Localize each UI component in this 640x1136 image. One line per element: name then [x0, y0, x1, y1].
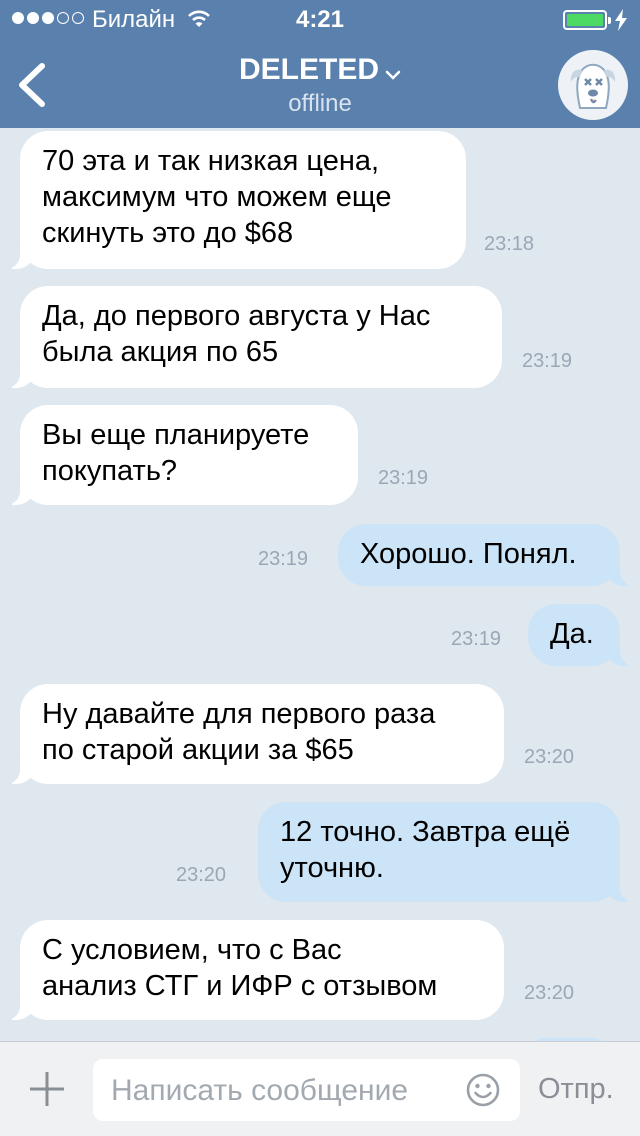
chat-title[interactable]: DELETED — [0, 53, 640, 88]
composer: Отпр. — [0, 1041, 640, 1136]
message-text: 70 эта и так низкая цена, максимум что м… — [42, 145, 392, 249]
message-bubble[interactable]: 12 точно. Завтра ещё уточню. — [258, 802, 638, 902]
message-text: С условием, что с Вас анализ СТГ и ИФР с… — [42, 934, 438, 1002]
attach-button[interactable] — [28, 1070, 66, 1108]
message-time: 23:19 — [522, 350, 573, 372]
clock: 4:21 — [295, 6, 345, 33]
message-text: 12 точно. Завтра ещё уточню. — [280, 816, 571, 884]
message-bubble[interactable]: Ну давайте для первого раза по старой ак… — [2, 684, 504, 784]
message-text: Да. — [550, 618, 594, 650]
message-text: Да, до первого августа у Нас была акция … — [42, 300, 431, 368]
message-bubble[interactable]: Вы еще планируете покупать? — [2, 405, 358, 505]
message-bubble[interactable]: Хорошо. Понял. — [338, 524, 638, 586]
message-time: 23:19 — [378, 467, 429, 489]
battery-icon — [563, 10, 611, 30]
deleted-dog-avatar-icon — [570, 63, 616, 109]
message-bubble[interactable]: Да. — [528, 604, 638, 666]
avatar[interactable] — [558, 50, 628, 120]
message-bubble[interactable]: Да, до первого августа у Нас была акция … — [2, 286, 502, 388]
header: Билайн 4:21 DELETED offline — [0, 0, 640, 128]
message-input-field[interactable] — [93, 1059, 520, 1121]
charging-icon — [614, 9, 628, 38]
contact-name: DELETED — [238, 53, 379, 86]
smile-icon — [466, 1073, 500, 1107]
message-input[interactable] — [109, 1071, 453, 1111]
message-bubble[interactable]: С условием, что с Вас анализ СТГ и ИФР с… — [2, 920, 504, 1020]
message-time: 23:19 — [258, 548, 309, 570]
message-text: Вы еще планируете покупать? — [42, 419, 310, 487]
message-time: 23:20 — [524, 746, 575, 768]
emoji-button[interactable] — [465, 1072, 501, 1108]
message-time: 23:20 — [176, 864, 227, 886]
send-button[interactable]: Отпр. — [538, 1073, 614, 1106]
chevron-down-icon — [385, 54, 401, 88]
plus-icon — [30, 1072, 64, 1106]
message-time: 23:19 — [451, 628, 502, 650]
message-text: Ну давайте для первого раза по старой ак… — [42, 698, 436, 766]
message-list[interactable]: 70 эта и так низкая цена, максимум что м… — [0, 128, 640, 1041]
contact-status: offline — [288, 90, 352, 117]
message-time: 23:18 — [484, 233, 535, 255]
status-bar: Билайн 4:21 — [0, 0, 640, 40]
message-time: 23:20 — [524, 982, 575, 1004]
message-bubble[interactable]: 70 эта и так низкая цена, максимум что м… — [2, 131, 466, 269]
message-text: Хорошо. Понял. — [360, 538, 577, 570]
